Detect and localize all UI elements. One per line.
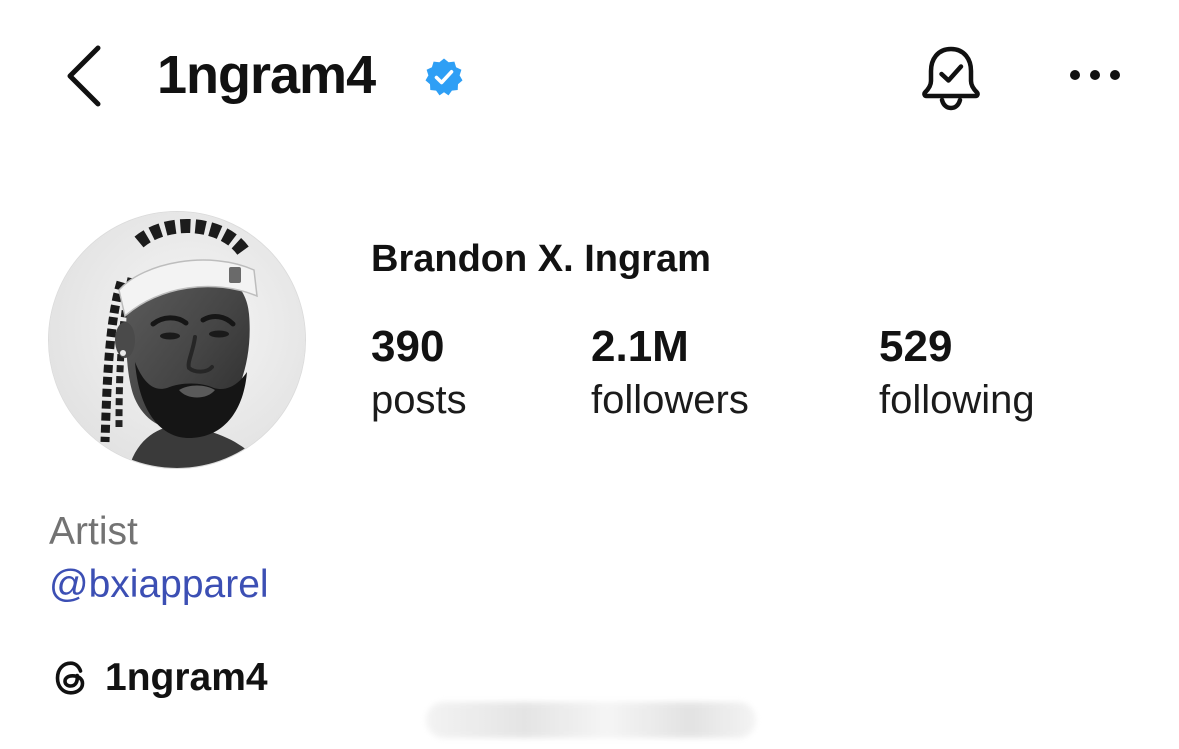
verified-badge-icon bbox=[424, 57, 464, 97]
bio-mention-link[interactable]: @bxiapparel bbox=[49, 562, 269, 608]
threads-handle: 1ngram4 bbox=[105, 656, 268, 699]
profile-category: Artist bbox=[49, 510, 138, 553]
stat-followers-label: followers bbox=[591, 378, 749, 422]
stat-posts-value: 390 bbox=[371, 322, 445, 371]
profile-photo bbox=[49, 212, 305, 468]
threads-icon bbox=[49, 656, 93, 700]
more-horizontal-icon bbox=[1070, 70, 1120, 80]
page-title-username: 1ngram4 bbox=[157, 45, 376, 105]
notifications-bell-button[interactable] bbox=[915, 42, 987, 114]
threads-link[interactable]: 1ngram4 bbox=[49, 653, 268, 703]
chevron-left-icon bbox=[67, 45, 101, 107]
stat-followers-value: 2.1M bbox=[591, 322, 689, 371]
stat-followers[interactable]: 2.1M followers bbox=[591, 320, 749, 426]
back-button[interactable] bbox=[58, 40, 110, 112]
profile-full-name: Brandon X. Ingram bbox=[371, 238, 711, 280]
profile-avatar[interactable] bbox=[48, 211, 306, 469]
more-options-button[interactable] bbox=[1062, 52, 1128, 98]
bell-check-icon bbox=[922, 46, 980, 111]
highlights-row-peek bbox=[426, 702, 756, 738]
stat-following-label: following bbox=[879, 378, 1035, 422]
stat-posts[interactable]: 390 posts bbox=[371, 320, 467, 426]
stat-following[interactable]: 529 following bbox=[879, 320, 1035, 426]
stat-posts-label: posts bbox=[371, 378, 467, 422]
stat-following-value: 529 bbox=[879, 322, 953, 371]
